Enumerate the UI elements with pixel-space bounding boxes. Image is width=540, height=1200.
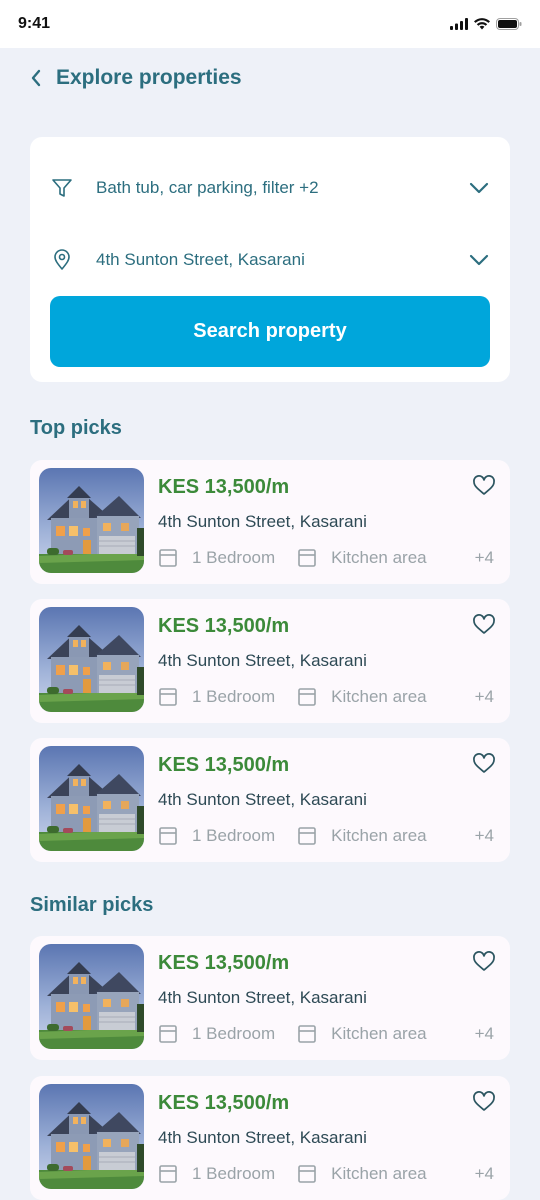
- amenity-label: 1 Bedroom: [192, 687, 276, 706]
- heart-icon[interactable]: [472, 752, 496, 776]
- kitchen-icon: [297, 548, 317, 568]
- kitchen-icon: [297, 826, 317, 846]
- status-icons: [450, 18, 522, 30]
- page-title: Explore properties: [56, 66, 242, 89]
- amenity-more-count: +4: [474, 1164, 494, 1183]
- property-card[interactable]: KES 13,500/m 4th Sunton Street, Kasarani…: [30, 599, 510, 723]
- filter-select[interactable]: Bath tub, car parking, filter +2: [50, 168, 490, 208]
- bed-icon: [158, 1024, 178, 1044]
- filter-value: Bath tub, car parking, filter +2: [96, 178, 319, 197]
- amenity-label: 1 Bedroom: [192, 826, 276, 845]
- amenity-bedroom: 1 Bedroom: [158, 687, 275, 707]
- heart-icon[interactable]: [472, 1090, 496, 1114]
- amenities-row: 1 Bedroom Kitchen area +4: [158, 684, 494, 710]
- top-picks-heading: Top picks: [30, 417, 122, 439]
- property-card[interactable]: KES 13,500/m 4th Sunton Street, Kasarani…: [30, 460, 510, 584]
- amenity-bedroom: 1 Bedroom: [158, 1164, 275, 1184]
- amenity-more-count: +4: [474, 1024, 494, 1043]
- amenity-label: Kitchen area: [331, 1164, 427, 1183]
- amenity-bedroom: 1 Bedroom: [158, 826, 275, 846]
- amenities-row: 1 Bedroom Kitchen area +4: [158, 1021, 494, 1047]
- property-photo: [39, 944, 144, 1049]
- search-property-button[interactable]: Search property: [50, 296, 490, 367]
- page-header: Explore properties: [30, 62, 242, 94]
- amenity-label: Kitchen area: [331, 548, 427, 567]
- amenity-kitchen: Kitchen area: [297, 548, 427, 568]
- property-card[interactable]: KES 13,500/m 4th Sunton Street, Kasarani…: [30, 738, 510, 862]
- chevron-down-icon[interactable]: [468, 177, 490, 199]
- property-price: KES 13,500/m: [158, 754, 290, 776]
- kitchen-icon: [297, 687, 317, 707]
- property-photo: [39, 607, 144, 712]
- amenity-bedroom: 1 Bedroom: [158, 1024, 275, 1044]
- amenity-kitchen: Kitchen area: [297, 826, 427, 846]
- bed-icon: [158, 548, 178, 568]
- property-photo: [39, 468, 144, 573]
- amenity-kitchen: Kitchen area: [297, 1164, 427, 1184]
- status-bar: 9:41: [0, 0, 540, 48]
- amenity-more-count: +4: [474, 687, 494, 706]
- property-address: 4th Sunton Street, Kasarani: [158, 790, 367, 809]
- property-address: 4th Sunton Street, Kasarani: [158, 512, 367, 531]
- chevron-left-icon[interactable]: [30, 69, 44, 87]
- amenity-label: Kitchen area: [331, 826, 427, 845]
- amenity-label: Kitchen area: [331, 1024, 427, 1043]
- kitchen-icon: [297, 1024, 317, 1044]
- amenities-row: 1 Bedroom Kitchen area +4: [158, 545, 494, 571]
- property-address: 4th Sunton Street, Kasarani: [158, 988, 367, 1007]
- similar-picks-heading: Similar picks: [30, 894, 154, 916]
- property-price: KES 13,500/m: [158, 952, 290, 974]
- amenity-more-count: +4: [474, 548, 494, 567]
- heart-icon[interactable]: [472, 950, 496, 974]
- signal-icon: [450, 18, 468, 30]
- heart-icon[interactable]: [472, 613, 496, 637]
- status-time: 9:41: [18, 15, 51, 32]
- amenity-label: 1 Bedroom: [192, 1024, 276, 1043]
- amenity-kitchen: Kitchen area: [297, 1024, 427, 1044]
- bed-icon: [158, 687, 178, 707]
- amenity-more-count: +4: [474, 826, 494, 845]
- chevron-down-icon[interactable]: [468, 249, 490, 271]
- bed-icon: [158, 826, 178, 846]
- property-photo: [39, 1084, 144, 1189]
- battery-icon: [496, 18, 522, 30]
- property-price: KES 13,500/m: [158, 1092, 290, 1114]
- amenities-row: 1 Bedroom Kitchen area +4: [158, 823, 494, 849]
- bed-icon: [158, 1164, 178, 1184]
- amenity-kitchen: Kitchen area: [297, 687, 427, 707]
- amenity-label: Kitchen area: [331, 687, 427, 706]
- location-pin-icon: [50, 248, 74, 272]
- property-address: 4th Sunton Street, Kasarani: [158, 1128, 367, 1147]
- amenity-bedroom: 1 Bedroom: [158, 548, 275, 568]
- kitchen-icon: [297, 1164, 317, 1184]
- location-value: 4th Sunton Street, Kasarani: [96, 250, 305, 269]
- amenities-row: 1 Bedroom Kitchen area +4: [158, 1161, 494, 1187]
- property-price: KES 13,500/m: [158, 476, 290, 498]
- property-card[interactable]: KES 13,500/m 4th Sunton Street, Kasarani…: [30, 936, 510, 1060]
- property-price: KES 13,500/m: [158, 615, 290, 637]
- wifi-icon: [474, 18, 490, 30]
- location-select[interactable]: 4th Sunton Street, Kasarani: [50, 240, 490, 280]
- amenity-label: 1 Bedroom: [192, 1164, 276, 1183]
- filter-icon: [50, 176, 74, 200]
- property-card[interactable]: KES 13,500/m 4th Sunton Street, Kasarani…: [30, 1076, 510, 1200]
- property-address: 4th Sunton Street, Kasarani: [158, 651, 367, 670]
- property-photo: [39, 746, 144, 851]
- amenity-label: 1 Bedroom: [192, 548, 276, 567]
- heart-icon[interactable]: [472, 474, 496, 498]
